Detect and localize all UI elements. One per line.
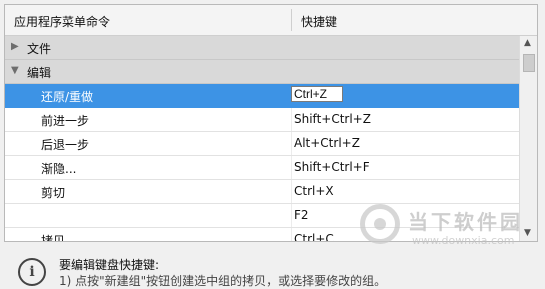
group-label: 文件 [27,42,52,56]
cell-divider [291,132,292,155]
command-label: 渐隐... [41,162,77,176]
watermark-logo-icon [360,204,400,244]
command-label: 前进一步 [41,114,90,128]
command-label: 剪切 [41,186,66,200]
scroll-thumb[interactable] [523,54,535,72]
shortcut-value[interactable]: Shift+Ctrl+F [294,160,370,174]
column-header-shortcut[interactable]: 快捷键 [301,13,337,30]
table-row[interactable]: 后退一步 Alt+Ctrl+Z [5,132,519,156]
cell-divider [291,204,292,227]
table-header: 应用程序菜单命令 快捷键 [5,5,537,36]
cell-divider [291,108,292,131]
shortcut-input[interactable] [291,86,343,102]
cell-divider [291,180,292,203]
scroll-up-arrow-icon[interactable]: ▲ [524,38,531,48]
group-row-file[interactable]: ▶ 文件 [5,36,519,60]
info-instruction: 1) 点按"新建组"按钮创建选中组的拷贝，或选择要修改的组。 [59,274,387,288]
command-label: 后退一步 [41,138,90,152]
shortcut-value[interactable]: F2 [294,208,309,222]
watermark-url: www.downxia.com [412,234,515,247]
collapse-arrow-icon[interactable]: ▼ [11,65,19,76]
group-row-edit[interactable]: ▼ 编辑 [5,60,519,84]
shortcut-value[interactable]: Ctrl+C [294,232,334,241]
column-divider[interactable] [291,9,292,31]
expand-arrow-icon[interactable]: ▶ [11,41,19,52]
shortcut-value[interactable]: Alt+Ctrl+Z [294,136,360,150]
shortcut-value[interactable]: Shift+Ctrl+Z [294,112,371,126]
table-row[interactable]: 剪切 Ctrl+X [5,180,519,204]
command-label: 还原/重做 [41,90,94,104]
table-row[interactable]: 还原/重做 [5,84,519,108]
watermark: 当下软件园 www.downxia.com [360,202,540,262]
watermark-name: 当下软件园 [408,210,523,234]
table-row[interactable]: 渐隐... Shift+Ctrl+F [5,156,519,180]
cell-divider [291,156,292,179]
command-label: 拷贝 [41,234,66,242]
table-row[interactable]: 前进一步 Shift+Ctrl+Z [5,108,519,132]
cell-divider [291,228,292,241]
info-icon: i [18,258,46,286]
shortcut-value[interactable]: Ctrl+X [294,184,334,198]
group-label: 编辑 [27,66,52,80]
column-header-command[interactable]: 应用程序菜单命令 [14,13,110,30]
info-title: 要编辑键盘快捷键: [59,258,160,272]
